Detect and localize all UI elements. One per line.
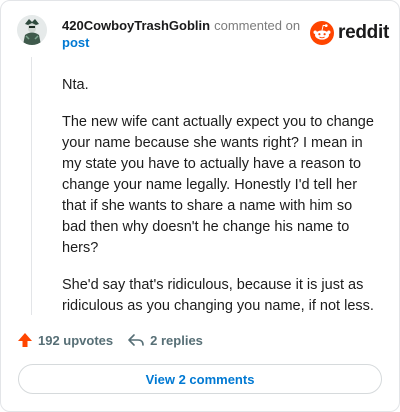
upvote-button[interactable]: 192 upvotes [17,332,113,348]
comment-card: 420CowboyTrashGoblin commented on post re… [0,0,400,412]
reddit-logo[interactable]: reddit [310,21,389,45]
comment-body: Nta. The new wife cant actually expect y… [62,75,380,333]
upvote-count: 192 upvotes [38,332,114,348]
reddit-snoo-icon [310,21,334,45]
commented-on-text: commented on [214,18,301,33]
upvote-arrow-icon [18,333,32,347]
reply-arrow-icon [128,334,144,346]
comment-paragraph: She'd say that's ridiculous, because it … [62,277,374,314]
post-link[interactable]: post [62,35,89,50]
reply-count: 2 replies [150,332,203,348]
thread-line[interactable] [31,57,32,315]
reddit-wordmark: reddit [338,22,389,43]
comment-header: 420CowboyTrashGoblin commented on [62,18,300,33]
comment-actions: 192 upvotes 2 replies [17,332,203,348]
view-comments-button[interactable]: View 2 comments [18,364,382,394]
avatar-icon [17,15,47,45]
comment-paragraph: The new wife cant actually expect you to… [62,114,374,256]
user-avatar[interactable] [17,15,47,45]
comment-paragraph: Nta. [62,77,89,93]
replies-button[interactable]: 2 replies [127,332,203,348]
username-link[interactable]: 420CowboyTrashGoblin [62,18,210,33]
